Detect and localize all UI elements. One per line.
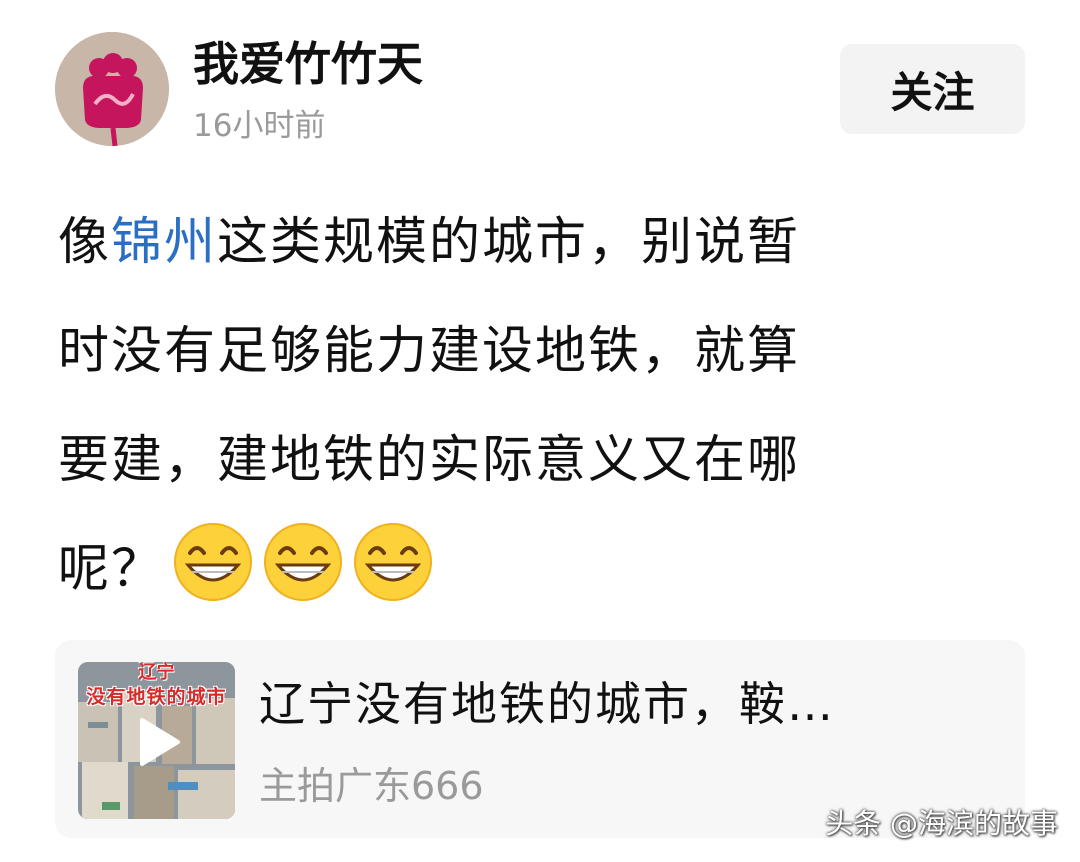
video-thumbnail[interactable]: 辽宁 没有地铁的城市 — [78, 662, 235, 819]
post-body: 像锦州这类规模的城市，别说暂 时没有足够能力建设地铁，就算 要建，建地铁的实际意… — [58, 188, 1018, 624]
flower-logo-icon — [55, 32, 169, 146]
grinning-face-icon — [172, 521, 254, 603]
video-title[interactable]: 辽宁没有地铁的城市，鞍… — [259, 672, 835, 736]
post-text-segment: 呢？ — [58, 540, 165, 599]
post-line-3: 要建，建地铁的实际意义又在哪 — [58, 431, 801, 490]
follow-button[interactable]: 关注 — [840, 44, 1025, 134]
grinning-face-icon — [352, 521, 434, 603]
thumbnail-caption: 没有地铁的城市 — [86, 686, 227, 708]
play-icon[interactable] — [128, 714, 184, 770]
avatar[interactable] — [55, 32, 169, 146]
post-line-1: 像锦州这类规模的城市，别说暂 — [58, 188, 1018, 297]
watermark: 头条 @海滨的故事 — [825, 807, 1058, 840]
post-line-4: 呢？ — [58, 515, 1018, 624]
grinning-face-icon — [262, 521, 344, 603]
thumbnail-caption-top: 辽宁 — [138, 662, 175, 683]
post-screen: 我爱竹竹天 16小时前 关注 像锦州这类规模的城市，别说暂 时没有足够能力建设地… — [0, 0, 1080, 862]
post-text-segment: 像 — [58, 213, 112, 272]
topic-link[interactable]: 锦州 — [111, 213, 217, 272]
post-line-2: 时没有足够能力建设地铁，就算 — [58, 322, 801, 381]
author-name[interactable]: 我爱竹竹天 — [193, 34, 423, 94]
post-text-segment: 这类规模的城市，别说暂 — [217, 213, 801, 272]
post-time: 16小时前 — [193, 108, 326, 144]
video-author[interactable]: 主拍广东666 — [259, 760, 484, 812]
